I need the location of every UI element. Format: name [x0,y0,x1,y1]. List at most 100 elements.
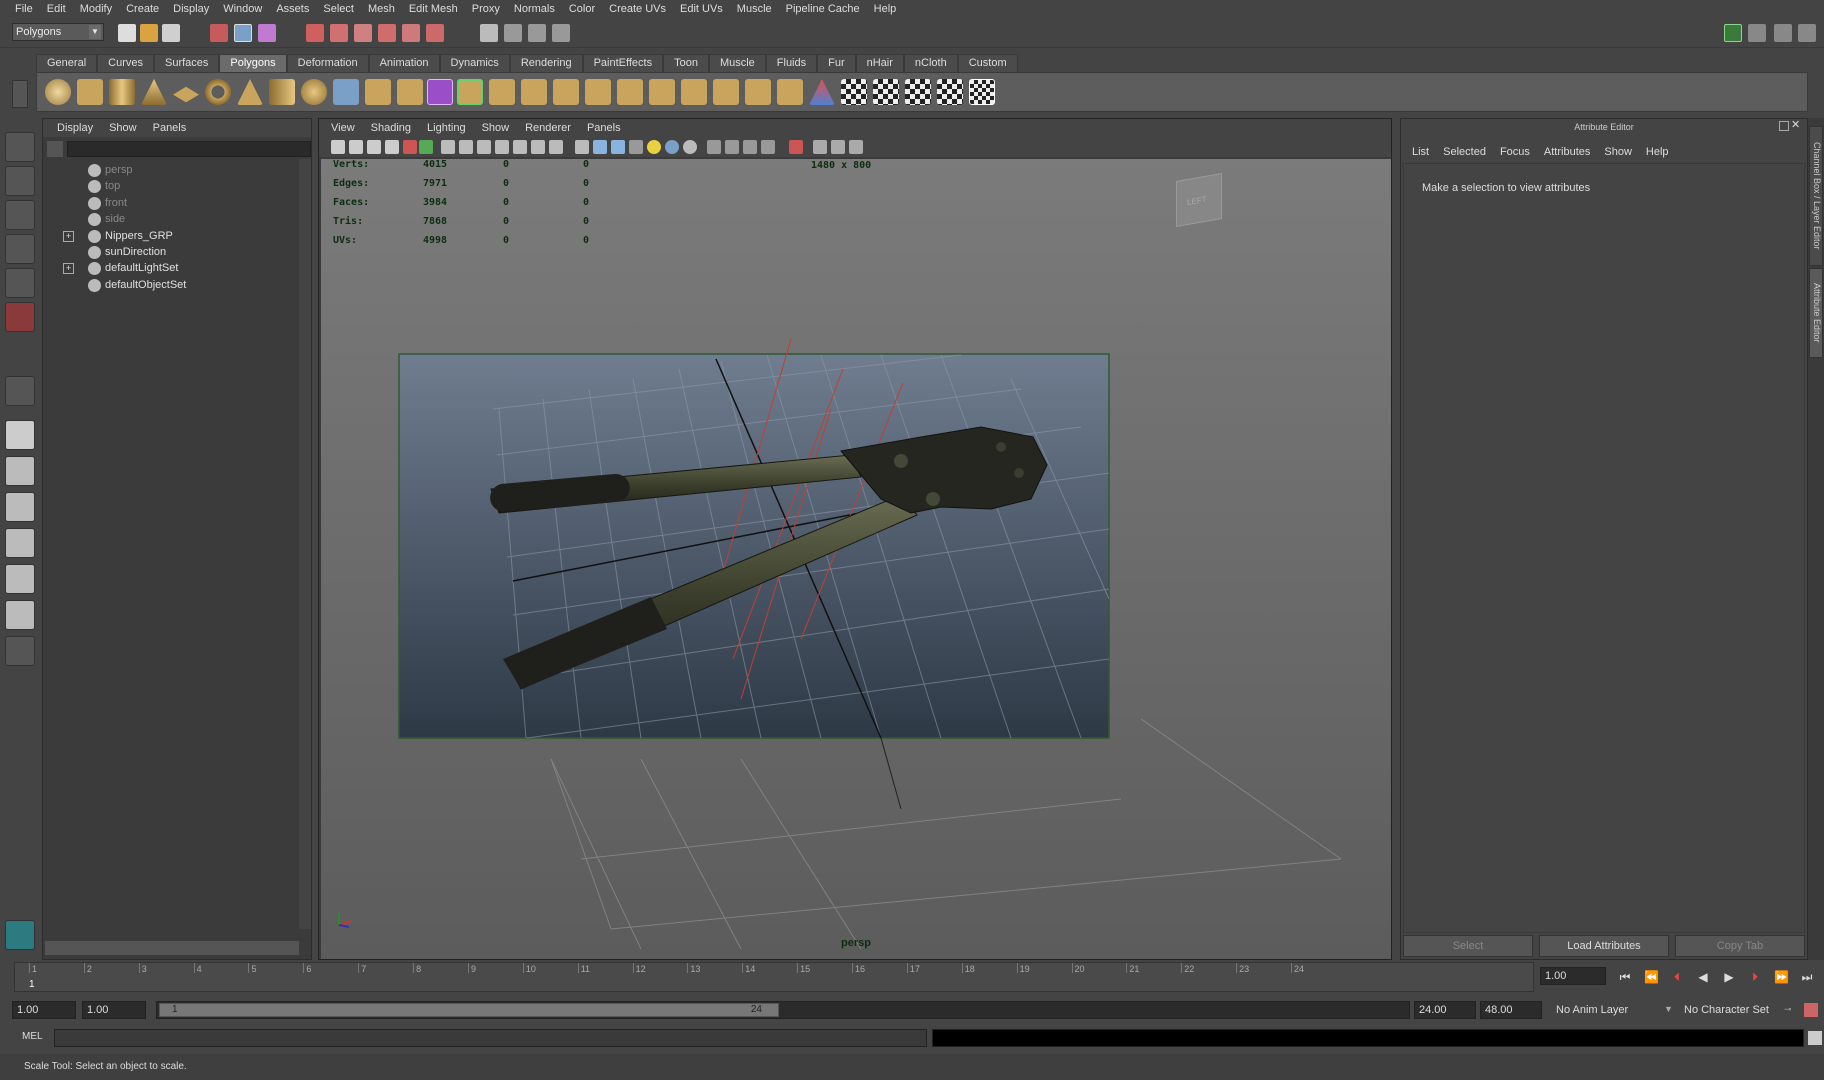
insert-edge-loop-icon[interactable] [713,79,739,105]
render-current-icon[interactable] [504,24,522,42]
attr-menu-attributes[interactable]: Attributes [1537,146,1597,158]
viewport-menu-show[interactable]: Show [474,122,518,134]
snap-view-plane-icon[interactable] [378,24,396,42]
outliner-filter-icon[interactable] [47,141,63,157]
play-backwards-icon[interactable]: ◀ [1696,970,1710,984]
boolean-difference-icon[interactable] [489,79,515,105]
step-back-icon[interactable]: ⏪ [1644,970,1659,984]
menu-select[interactable]: Select [316,3,361,15]
boolean-union-icon[interactable] [457,79,483,105]
shelf-tab-nhair[interactable]: nHair [855,54,904,72]
expand-icon[interactable]: + [63,263,74,275]
select-by-object-icon[interactable] [234,24,252,42]
shelf-tab-fur[interactable]: Fur [817,54,856,72]
last-tool-icon[interactable] [5,376,35,406]
menu-file[interactable]: File [8,3,40,15]
hypershade-layout-icon[interactable] [5,564,35,594]
outliner-menu-display[interactable]: Display [49,122,101,134]
playback-start-field[interactable]: 1.00 [82,1001,146,1019]
toggle-channel-box-icon[interactable] [1798,24,1816,42]
smooth-shade-icon[interactable] [593,140,607,154]
step-back-key-icon[interactable]: ⏴ [1670,970,1684,984]
two-d-pan-zoom-icon[interactable] [403,140,417,154]
time-slider[interactable]: 1 2 3 4 5 6 7 8 9 10 11 12 13 14 15 16 17 18 19 20 21 22 23 24 … [14,962,1534,992]
split-polygon-icon[interactable] [681,79,707,105]
poly-pipe-icon[interactable] [269,79,295,105]
snap-point-icon[interactable] [354,24,372,42]
poly-plane-icon[interactable] [173,86,199,103]
scale-tool-icon[interactable] [5,302,35,332]
field-chart-icon[interactable] [513,140,527,154]
append-polygon-icon[interactable] [649,79,675,105]
snap-grid-icon[interactable] [306,24,324,42]
script-editor-icon[interactable] [1808,1031,1822,1045]
select-by-component-icon[interactable] [258,24,276,42]
select-camera-icon[interactable] [331,140,345,154]
shelf-tab-general[interactable]: General [36,54,98,72]
menu-create[interactable]: Create [119,3,166,15]
poly-cone-icon[interactable] [141,79,167,105]
toggle-attribute-editor-icon[interactable] [1748,24,1766,42]
cylindrical-mapping-icon[interactable] [873,79,899,105]
anim-prefs-icon[interactable] [1804,1003,1818,1017]
grease-pencil-icon[interactable] [419,140,433,154]
move-tool-icon[interactable] [5,234,35,264]
shelf-tab-deformation[interactable]: Deformation [286,54,369,72]
outliner-search-input[interactable] [67,141,311,157]
copy-tab-button[interactable]: Copy Tab [1675,935,1805,957]
shelf-tab-toon[interactable]: Toon [663,54,709,72]
viewport-menu-lighting[interactable]: Lighting [419,122,474,134]
separate-icon[interactable] [365,79,391,105]
outliner-hscrollbar[interactable] [45,941,299,955]
menu-color[interactable]: Color [562,3,602,15]
float-panel-icon[interactable] [1779,121,1789,131]
select-highlight-icon[interactable] [789,140,803,154]
mel-command-input[interactable] [54,1029,927,1047]
xray-active-icon[interactable] [761,140,775,154]
shelf-menu-icon[interactable] [12,80,28,108]
shelf-tab-muscle[interactable]: Muscle [708,54,766,72]
persp-outliner-layout-icon[interactable] [5,492,35,522]
extrude-icon[interactable] [585,79,611,105]
paint-select-tool-icon[interactable] [5,200,35,230]
menu-pipeline-cache[interactable]: Pipeline Cache [779,3,867,15]
expand-icon[interactable]: + [63,230,74,242]
make-live-icon[interactable] [402,24,420,42]
go-to-end-icon[interactable]: ⏭ [1800,970,1814,984]
shelf-tab-dynamics[interactable]: Dynamics [439,54,510,72]
viewport-renderer-icon[interactable] [813,140,827,154]
poly-cube-icon[interactable] [77,79,103,105]
view-cube[interactable]: LEFT [1176,172,1222,228]
playback-end-field[interactable]: 24.00 [1414,1001,1476,1019]
xray-joints-icon[interactable] [743,140,757,154]
high-quality-icon[interactable] [683,140,697,154]
shelf-tab-animation[interactable]: Animation [368,54,440,72]
menu-mesh[interactable]: Mesh [361,3,402,15]
sculpt-geometry-icon[interactable] [809,79,835,105]
outliner-menu-show[interactable]: Show [101,122,145,134]
shelf-tab-rendering[interactable]: Rendering [509,54,583,72]
close-icon[interactable]: ✕ [1791,119,1803,131]
image-plane-icon[interactable] [385,140,399,154]
bridge-icon[interactable] [617,79,643,105]
outliner-scrollbar[interactable] [299,159,311,929]
shelf-tab-curves[interactable]: Curves [97,54,154,72]
shadows-icon[interactable] [665,140,679,154]
render-settings-icon[interactable] [552,24,570,42]
poly-sphere-icon[interactable] [45,79,71,105]
save-scene-icon[interactable] [162,24,180,42]
character-set-dropdown[interactable]: No Character Set [1684,1004,1769,1016]
lasso-tool-icon[interactable] [5,166,35,196]
combine-icon[interactable] [333,79,359,105]
four-view-layout-icon[interactable] [5,456,35,486]
gate-mask-icon[interactable] [495,140,509,154]
shelf-tab-polygons[interactable]: Polygons [219,54,287,72]
animation-start-field[interactable]: 1.00 [12,1001,76,1019]
key-icon[interactable]: ⊸ [1784,1004,1792,1015]
range-slider[interactable]: 1 24 [156,1001,1410,1019]
graph-hypershade-layout-icon[interactable] [5,600,35,630]
viewport-menu-renderer[interactable]: Renderer [517,122,579,134]
chevron-down-icon[interactable]: ▼ [1664,1004,1673,1014]
safe-title-icon[interactable] [549,140,563,154]
camera-attributes-icon[interactable] [349,140,363,154]
